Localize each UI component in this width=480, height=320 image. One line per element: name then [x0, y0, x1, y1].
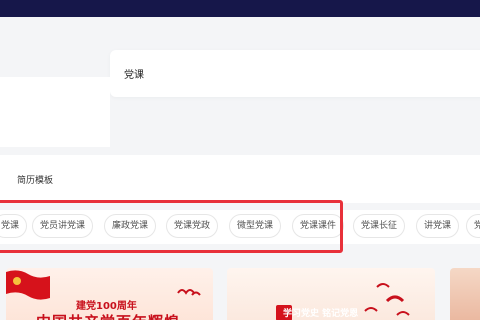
card-1-subtitle: 建党100周年: [76, 301, 137, 312]
top-bar: [0, 0, 480, 17]
template-card-3[interactable]: [450, 268, 480, 320]
party-flag-icon: [6, 270, 50, 300]
template-card-2[interactable]: 学习党史 铭记党恩: [227, 268, 435, 320]
tag-7[interactable]: 讲党课: [416, 214, 460, 238]
search-input[interactable]: [124, 50, 464, 97]
card-1-title: 中国共产党百年辉煌: [36, 311, 180, 320]
section-header: [0, 155, 480, 203]
highlight-annotation: [0, 200, 343, 253]
tag-6[interactable]: 党课长征: [353, 214, 406, 238]
template-card-1[interactable]: 建党100周年 中国共产党百年辉煌: [6, 268, 213, 320]
section-title: 简历模板: [17, 176, 54, 186]
dove-icon: [364, 283, 410, 316]
left-panel: [0, 77, 110, 147]
search-box[interactable]: [110, 50, 480, 97]
card-2-title: 学习党史 铭记党恩: [283, 309, 359, 319]
dove-icon: [177, 289, 201, 296]
